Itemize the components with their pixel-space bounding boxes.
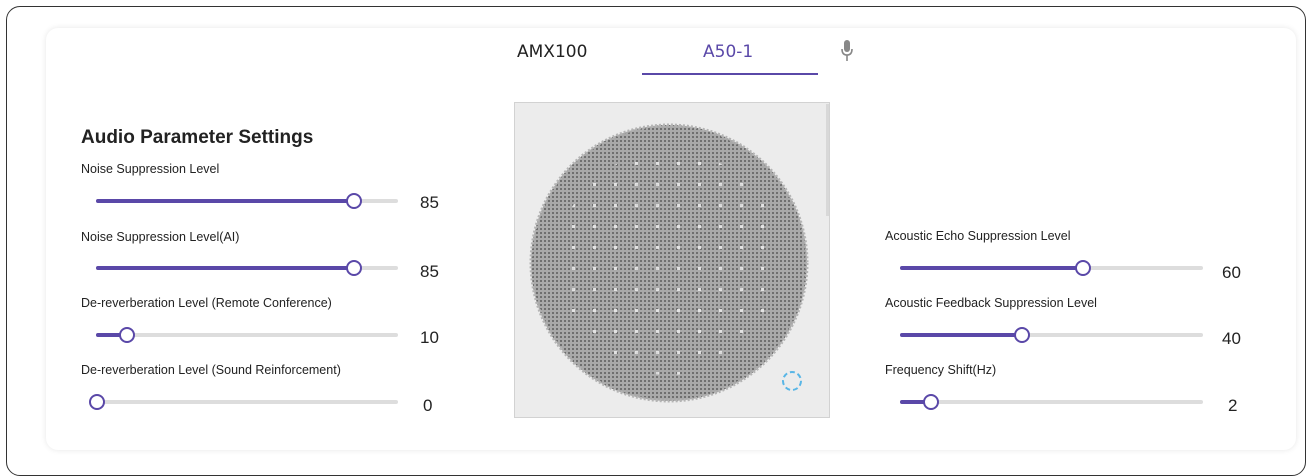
frequency-shift-label: Frequency Shift(Hz) <box>885 363 997 377</box>
echo-suppression-slider[interactable] <box>900 260 1203 276</box>
slider-thumb[interactable] <box>345 193 362 209</box>
frequency-shift-slider[interactable] <box>900 394 1203 410</box>
preview-scrollbar[interactable] <box>826 104 829 216</box>
feedback-suppression-slider[interactable] <box>900 327 1203 343</box>
dereverb-reinforcement-slider[interactable] <box>89 394 398 410</box>
active-tab-indicator <box>642 73 818 75</box>
slider-thumb[interactable] <box>89 394 105 410</box>
echo-suppression-label: Acoustic Echo Suppression Level <box>885 229 1071 243</box>
tab-a50-1[interactable]: A50-1 <box>703 42 753 62</box>
loading-spinner-icon <box>782 371 802 391</box>
section-title: Audio Parameter Settings <box>81 127 314 148</box>
dereverb-remote-label: De-reverberation Level (Remote Conferenc… <box>81 296 332 310</box>
noise-suppression-value: 85 <box>420 193 439 212</box>
noise-suppression-ai-label: Noise Suppression Level(AI) <box>81 230 240 244</box>
dereverb-remote-slider[interactable] <box>96 327 398 343</box>
noise-suppression-label: Noise Suppression Level <box>81 162 220 176</box>
feedback-suppression-value: 40 <box>1222 329 1241 348</box>
dereverb-remote-value: 10 <box>420 328 439 347</box>
device-tabs: AMX100 A50-1 <box>0 42 1312 76</box>
noise-suppression-slider[interactable] <box>96 193 398 209</box>
slider-thumb[interactable] <box>345 260 362 276</box>
noise-suppression-ai-slider[interactable] <box>96 260 398 276</box>
tab-amx100[interactable]: AMX100 <box>517 42 587 62</box>
feedback-suppression-label: Acoustic Feedback Suppression Level <box>885 296 1097 310</box>
echo-suppression-value: 60 <box>1222 263 1241 282</box>
slider-thumb[interactable] <box>1074 260 1091 276</box>
dereverb-reinforcement-label: De-reverberation Level (Sound Reinforcem… <box>81 363 341 377</box>
slider-fill <box>900 266 1082 270</box>
slider-fill <box>96 266 353 270</box>
noise-suppression-ai-value: 85 <box>420 262 439 281</box>
slider-fill <box>96 199 353 203</box>
microphone-icon[interactable] <box>840 40 854 62</box>
frequency-shift-value: 2 <box>1228 396 1238 415</box>
slider-fill <box>900 333 1022 337</box>
device-preview <box>514 102 830 418</box>
dereverb-reinforcement-value: 0 <box>423 396 433 415</box>
